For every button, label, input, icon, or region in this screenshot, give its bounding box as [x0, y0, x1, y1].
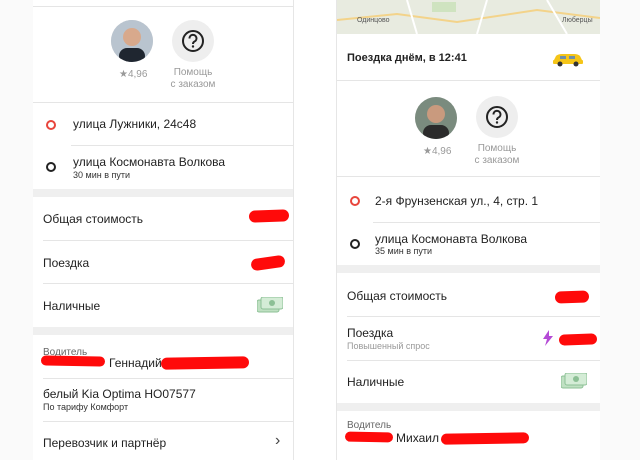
lightning-icon — [543, 330, 553, 346]
map-label-lyubertsy: Люберцы — [562, 17, 593, 24]
redacted-trip-cost — [558, 333, 598, 346]
divider — [33, 6, 293, 7]
right-order-panel: Одинцово Люберцы Поездка днём, в 12:41 ★… — [337, 0, 600, 460]
chevron-right-icon[interactable]: › — [275, 432, 280, 450]
help-label[interactable]: Помощь с заказом — [163, 67, 223, 91]
carrier-and-partner-link[interactable]: Перевозчик и партнёр — [43, 436, 166, 450]
total-cost-label: Общая стоимость — [43, 212, 143, 226]
destination-address[interactable]: улица Космонавта Волкова — [73, 155, 225, 169]
redacted-driver-surname — [40, 355, 106, 367]
divider — [373, 222, 600, 223]
trip-cost-label[interactable]: Поездка — [43, 256, 89, 270]
origin-dot-icon — [350, 196, 360, 206]
car-description: белый Kia Optima HO07577 — [43, 387, 196, 401]
driver-rating: ★4,96 — [423, 146, 452, 157]
cash-icon — [257, 297, 283, 313]
redacted-driver-patronymic — [440, 432, 530, 445]
payment-method-label[interactable]: Наличные — [347, 375, 404, 389]
help-label[interactable]: Помощь с заказом — [467, 143, 527, 167]
origin-dot-icon — [46, 120, 56, 130]
section-separator — [337, 265, 600, 273]
trip-duration: 35 мин в пути — [375, 246, 433, 256]
divider — [347, 360, 600, 361]
divider — [71, 145, 293, 146]
driver-name: Геннадий — [109, 356, 162, 370]
left-order-panel: ★4,96 Помощь с заказом улица Лужники, 24… — [33, 0, 293, 460]
redacted-driver-patronymic — [160, 356, 250, 370]
section-separator — [337, 403, 600, 411]
surge-note: Повышенный спрос — [347, 341, 430, 351]
driver-name: Михаил — [396, 431, 439, 445]
driver-photo-icon — [111, 20, 153, 62]
taxi-car-icon — [553, 54, 583, 67]
driver-section-label: Водитель — [347, 420, 392, 431]
map-label-odintsovo: Одинцово — [357, 17, 390, 24]
question-circle-icon — [486, 106, 508, 128]
driver-photo-icon — [415, 97, 457, 139]
divider — [43, 378, 293, 379]
divider — [337, 176, 600, 177]
divider — [43, 283, 293, 284]
payment-method-label[interactable]: Наличные — [43, 299, 100, 313]
divider — [337, 80, 600, 81]
help-label-line1: Помощь — [173, 67, 213, 78]
route-map[interactable]: Одинцово Люберцы — [337, 0, 600, 34]
redacted-total-cost — [248, 209, 290, 223]
panel-gap — [293, 0, 337, 460]
destination-dot-icon — [46, 162, 56, 172]
help-button[interactable] — [172, 20, 214, 62]
left-gutter — [0, 0, 33, 460]
trip-cost-label[interactable]: Поездка — [347, 326, 393, 340]
driver-avatar[interactable] — [415, 97, 457, 139]
destination-dot-icon — [350, 239, 360, 249]
divider — [347, 316, 600, 317]
section-separator — [33, 189, 293, 197]
help-label-line1: Помощь — [477, 143, 517, 154]
help-button[interactable] — [476, 96, 518, 138]
trip-title: Поездка днём, в 12:41 — [347, 52, 467, 64]
help-label-line2: с заказом — [170, 79, 216, 90]
redacted-driver-surname — [344, 431, 394, 443]
total-cost-label: Общая стоимость — [347, 289, 447, 303]
tariff-label: По тарифу Комфорт — [43, 402, 129, 412]
question-circle-icon — [182, 30, 204, 52]
help-label-line2: с заказом — [474, 155, 520, 166]
redacted-trip-cost — [250, 254, 286, 272]
redacted-total-cost — [554, 290, 590, 304]
section-separator — [33, 327, 293, 335]
divider — [33, 102, 293, 103]
driver-rating: ★4,96 — [119, 69, 148, 80]
divider — [43, 421, 293, 422]
driver-avatar[interactable] — [111, 20, 153, 62]
cash-icon — [561, 373, 587, 389]
origin-address[interactable]: улица Лужники, 24с48 — [73, 117, 196, 131]
origin-address[interactable]: 2-я Фрунзенская ул., 4, стр. 1 — [375, 194, 538, 208]
trip-duration: 30 мин в пути — [73, 170, 131, 180]
right-gutter — [600, 0, 640, 460]
destination-address[interactable]: улица Космонавта Волкова — [375, 232, 527, 246]
divider — [43, 240, 293, 241]
